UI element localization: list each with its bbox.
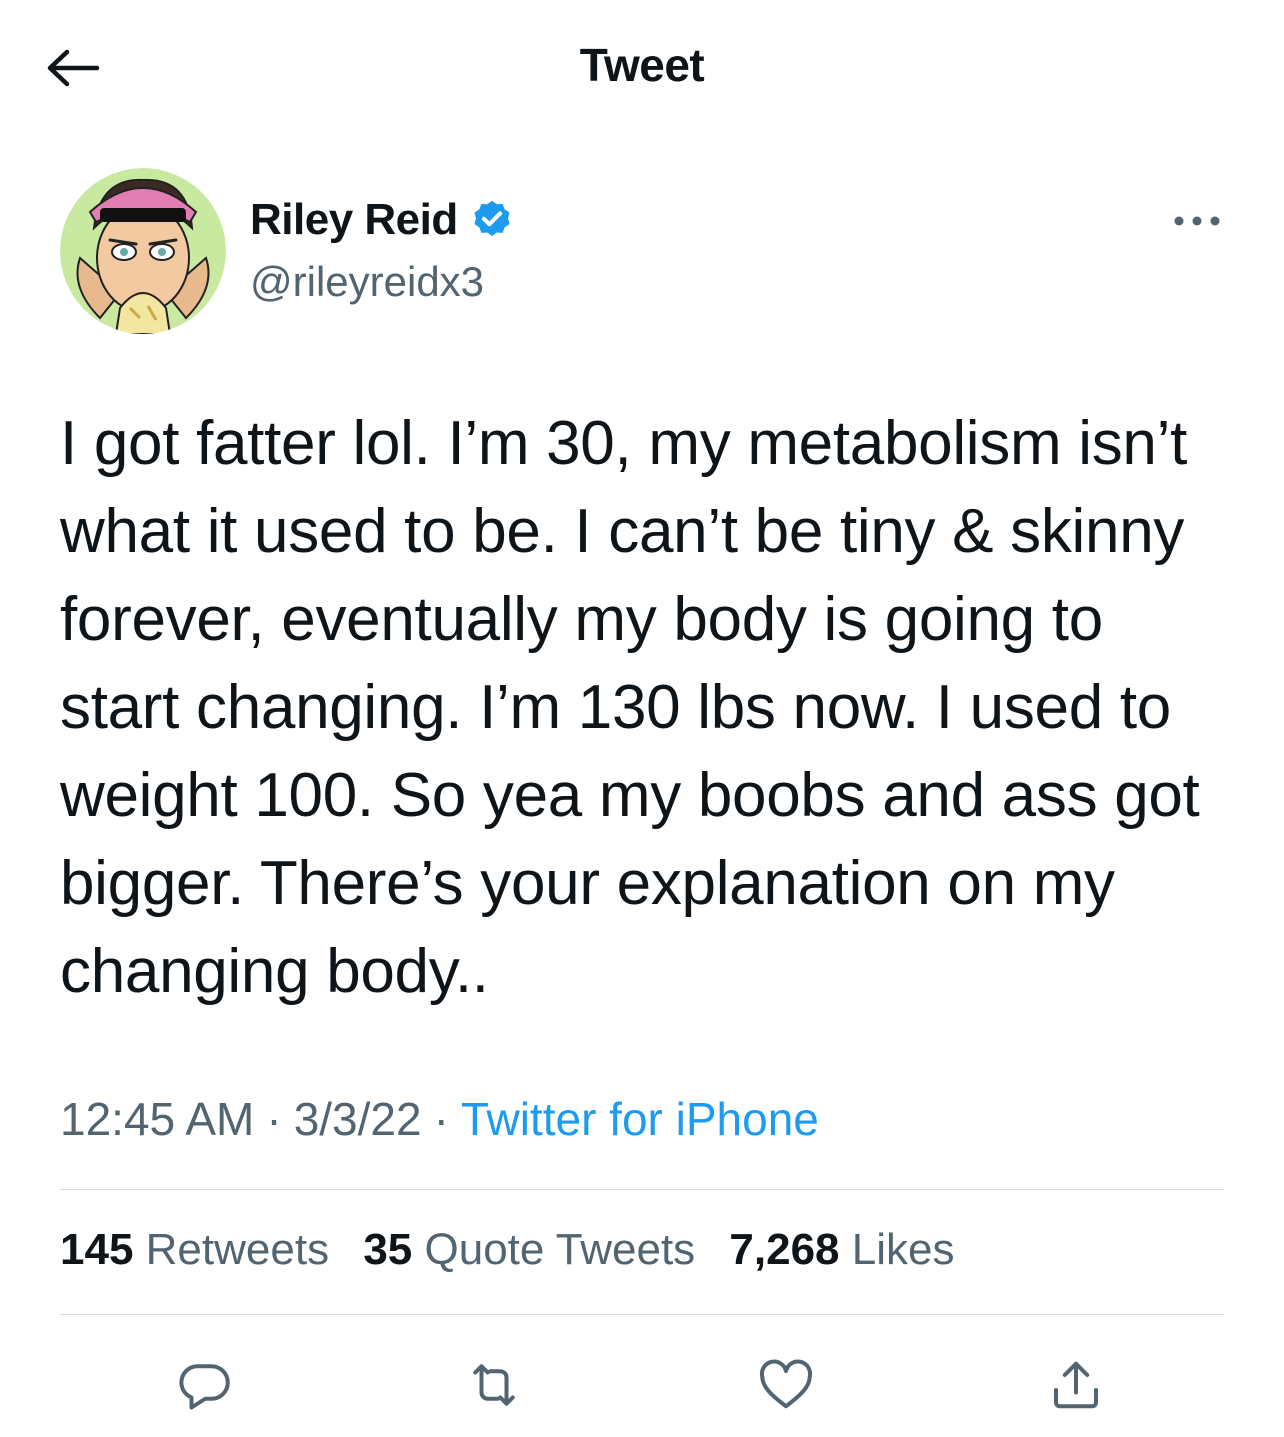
reply-icon bbox=[179, 1364, 230, 1410]
like-icon bbox=[759, 1359, 813, 1409]
retweet-button[interactable] bbox=[454, 1345, 534, 1425]
tweet-date: 3/3/22 bbox=[293, 1093, 422, 1145]
quotes-count: 35 bbox=[363, 1225, 413, 1274]
likes-label: Likes bbox=[851, 1225, 955, 1274]
display-name[interactable]: Riley Reid bbox=[250, 195, 458, 245]
quote-tweets-stat[interactable]: 35 Quote Tweets bbox=[363, 1225, 695, 1274]
avatar[interactable] bbox=[60, 168, 226, 334]
quotes-label: Quote Tweets bbox=[424, 1225, 696, 1274]
likes-count: 7,268 bbox=[729, 1225, 840, 1274]
share-button[interactable] bbox=[1036, 1345, 1116, 1425]
user-handle[interactable]: @rileyreidx3 bbox=[250, 258, 484, 306]
likes-stat[interactable]: 7,268 Likes bbox=[729, 1225, 954, 1274]
divider bbox=[60, 1314, 1224, 1315]
more-options-button[interactable] bbox=[1172, 204, 1222, 238]
more-dots-icon bbox=[1174, 216, 1220, 226]
reply-button[interactable] bbox=[164, 1345, 244, 1425]
tweet-actions bbox=[0, 1345, 1284, 1425]
tweet-stats: 145 Retweets 35 Quote Tweets 7,268 Likes bbox=[60, 1225, 976, 1275]
top-bar: Tweet bbox=[0, 0, 1284, 130]
retweets-count: 145 bbox=[60, 1225, 134, 1274]
meta-separator: · bbox=[433, 1093, 449, 1145]
like-button[interactable] bbox=[746, 1345, 826, 1425]
tweet-source-link[interactable]: Twitter for iPhone bbox=[461, 1093, 819, 1145]
retweets-label: Retweets bbox=[145, 1225, 330, 1274]
meta-separator: · bbox=[266, 1093, 282, 1145]
divider bbox=[60, 1189, 1224, 1190]
tweet-text: I got fatter lol. I’m 30, my metabolism … bbox=[60, 409, 1200, 1006]
tweet-meta: 12:45 AM · 3/3/22 · Twitter for iPhone bbox=[60, 1092, 819, 1146]
page-title: Tweet bbox=[579, 39, 705, 91]
tweet-time: 12:45 AM bbox=[60, 1093, 255, 1145]
retweet-icon bbox=[473, 1364, 515, 1406]
retweets-stat[interactable]: 145 Retweets bbox=[60, 1225, 329, 1274]
avatar-image bbox=[60, 168, 226, 334]
verified-badge-icon bbox=[470, 198, 514, 242]
share-icon bbox=[1054, 1361, 1098, 1409]
author-name-row[interactable]: Riley Reid bbox=[250, 195, 514, 245]
